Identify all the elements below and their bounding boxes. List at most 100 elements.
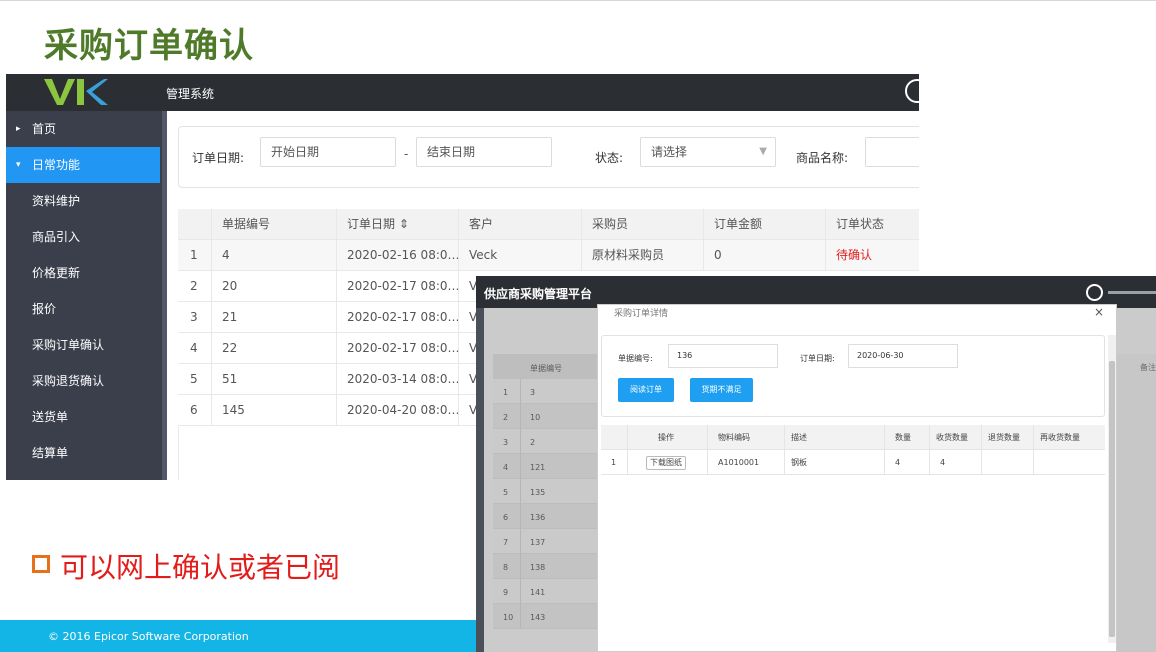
table-header-cell: 单据编号 (211, 209, 336, 240)
filter-panel: 订单日期: 开始日期 - 结束日期 状态: 请选择 ▼ 商品名称: (178, 126, 919, 188)
table-header-cell: 客户 (458, 209, 581, 240)
doc-number: 21 (211, 302, 336, 333)
sidebar-item-label: 价格更新 (32, 266, 81, 280)
sidebar-item-daily-functions[interactable]: ▾ 日常功能 (6, 147, 160, 183)
order-date: 2020-02-16 08:0… (336, 240, 458, 271)
username-redacted (1108, 291, 1156, 294)
returned-qty (981, 450, 1033, 475)
row-index: 1 (611, 458, 617, 467)
table-header-cell: 退货数量 (981, 425, 1033, 450)
rereceived-qty (1033, 450, 1105, 475)
table-header-cell: 订单金额 (703, 209, 825, 240)
order-detail-modal: 采购订单详情 × 单据编号: 136 订单日期: 2020-06-30 阅读订单… (597, 304, 1117, 652)
table-header-row: 操作 物料编码 描述 数量 收货数量 退货数量 再收货数量 (601, 425, 1105, 450)
vk-logo (42, 77, 112, 107)
start-date-input[interactable]: 开始日期 (260, 137, 396, 167)
modal-scrollbar[interactable] (1108, 335, 1116, 643)
table-header-cell: 收货数量 (929, 425, 981, 450)
sidebar-item-label: 送货单 (32, 410, 69, 424)
download-drawing-button[interactable]: 下载图纸 (646, 456, 686, 470)
date-range-dash: - (404, 147, 409, 161)
sidebar-item-label: 资料维护 (32, 194, 81, 208)
description: 钢板 (784, 450, 884, 475)
table-row[interactable]: 1 下载图纸 A1010001 钢板 4 4 (601, 450, 1105, 475)
copyright-text: © 2016 Epicor Software Corporation (48, 630, 249, 643)
end-date-input[interactable]: 结束日期 (416, 137, 552, 167)
quantity: 4 (884, 450, 929, 475)
order-date: 2020-02-17 08:0… (336, 302, 458, 333)
sidebar-item-data-maintenance[interactable]: 资料维护 (6, 183, 160, 219)
order-date: 2020-04-20 08:0… (336, 395, 458, 426)
sidebar-item-label: 结算单 (32, 446, 69, 460)
sidebar-item-label: 商品引入 (32, 230, 81, 244)
table-header-cell: 再收货数量 (1033, 425, 1105, 450)
sidebar-collapsed (476, 308, 484, 652)
row-index: 3 (190, 310, 198, 324)
customer: Veck (458, 240, 581, 271)
sidebar-item-settlement[interactable]: 结算单 (6, 435, 160, 471)
sidebar-item-price-update[interactable]: 价格更新 (6, 255, 160, 291)
sidebar-item-label: 报价 (32, 302, 57, 316)
doc-number: 51 (211, 364, 336, 395)
sidebar-item-po-confirm[interactable]: 采购订单确认 (6, 327, 160, 363)
table-header-cell: 描述 (784, 425, 884, 450)
caret-down-icon: ▾ (16, 160, 21, 170)
doc-number-field[interactable]: 136 (668, 344, 778, 368)
slide: 采购订单确认 管理系统 ▸ 首页 ▾ 日常功能 资料维护 商品引入 价格更新 报… (0, 0, 1156, 652)
order-date-field[interactable]: 2020-06-30 (848, 344, 958, 368)
action-cell: 下载图纸 (627, 450, 707, 475)
material-code: A1010001 (707, 450, 784, 475)
status-select-value: 请选择 (651, 145, 688, 159)
status-select[interactable]: 请选择 ▼ (640, 137, 776, 167)
screenshot-supplier-platform: 供应商采购管理平台 单据编号 13 2 10 32 4 121 5 135 6 136 … (476, 276, 1156, 652)
status-label: 状态: (595, 151, 624, 165)
order-date: 2020-03-14 08:0… (336, 364, 458, 395)
sidebar-item-quotation[interactable]: 报价 (6, 291, 160, 327)
order-amount: 0 (703, 240, 825, 271)
received-qty: 4 (929, 450, 981, 475)
order-date-label: 订单日期: (800, 354, 835, 363)
sidebar-item-return-confirm[interactable]: 采购退货确认 (6, 363, 160, 399)
sidebar-item-home[interactable]: ▸ 首页 (6, 111, 160, 147)
chevron-down-icon: ▼ (759, 146, 767, 157)
table-header-cell: 物料编码 (707, 425, 784, 450)
sidebar-item-label: 日常功能 (32, 158, 81, 172)
order-status: 待确认 (825, 240, 919, 271)
user-avatar-icon[interactable] (905, 79, 919, 103)
sidebar-item-product-intro[interactable]: 商品引入 (6, 219, 160, 255)
caret-right-icon: ▸ (16, 124, 21, 134)
doc-number: 145 (211, 395, 336, 426)
slide-title: 采购订单确认 (44, 26, 254, 66)
user-avatar-icon[interactable] (1086, 284, 1103, 301)
product-name-input[interactable] (865, 137, 919, 167)
table-row[interactable]: 1 4 2020-02-16 08:0… Veck 原材料采购员 0 待确认 (178, 240, 919, 271)
table-header-cell: 操作 (627, 425, 707, 450)
row-index: 4 (190, 341, 198, 355)
read-order-button[interactable]: 阅读订单 (618, 378, 674, 402)
table-header-row: 单据编号 订单日期 ⇕ 客户 采购员 订单金额 订单状态 (178, 209, 919, 240)
app-header: 管理系统 (6, 74, 919, 111)
table-header-cell (601, 425, 627, 450)
bullet-square-icon (32, 555, 50, 573)
delivery-unsatisfied-button[interactable]: 货期不满足 (690, 378, 753, 402)
row-index: 1 (190, 248, 198, 262)
doc-number: 22 (211, 333, 336, 364)
scrollbar-thumb[interactable] (1109, 361, 1115, 637)
row-index: 6 (190, 403, 198, 417)
doc-number: 20 (211, 271, 336, 302)
order-header-form: 单据编号: 136 订单日期: 2020-06-30 阅读订单 货期不满足 (601, 335, 1105, 417)
close-icon[interactable]: × (1094, 305, 1104, 319)
row-index: 2 (190, 279, 198, 293)
doc-number-label: 单据编号: (618, 354, 653, 363)
table-header-cell: 订单状态 (825, 209, 919, 240)
table-header-cell (178, 209, 211, 240)
sidebar-item-label: 采购订单确认 (32, 338, 105, 352)
row-index: 5 (190, 372, 198, 386)
table-header-cell-sortable[interactable]: 订单日期 ⇕ (336, 209, 458, 240)
app-title: 管理系统 (166, 87, 215, 101)
doc-number: 4 (211, 240, 336, 271)
top-divider (0, 0, 1156, 1)
sidebar-item-delivery-note[interactable]: 送货单 (6, 399, 160, 435)
sidebar-item-label: 采购退货确认 (32, 374, 105, 388)
bullet-text: 可以网上确认或者已阅 (60, 551, 341, 584)
